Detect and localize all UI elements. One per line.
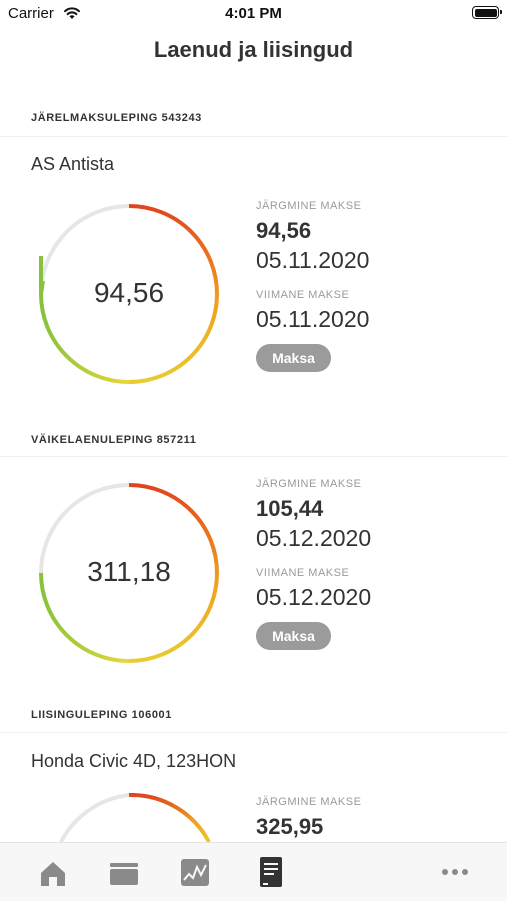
next-payment-amount: 94,56 xyxy=(256,218,312,243)
last-payment-date: 05.12.2020 xyxy=(256,584,372,610)
last-payment-label: VIIMANE MAKSE xyxy=(256,289,350,301)
tab-wallet[interactable] xyxy=(94,843,154,901)
next-payment-date: 05.12.2020 xyxy=(256,525,372,551)
contract-document-icon xyxy=(260,857,282,887)
gauge-value: 311,18 xyxy=(87,556,171,587)
next-payment-amount: 325,95 xyxy=(256,814,324,839)
contract-subtitle: AS Antista xyxy=(31,154,115,174)
wallet-icon xyxy=(110,863,138,885)
divider xyxy=(0,456,507,457)
pay-button[interactable]: Maksa xyxy=(256,344,331,372)
next-payment-date: 05.11.2020 xyxy=(256,247,370,273)
payment-gauge xyxy=(59,793,211,842)
contract-heading: VÄIKELAENULEPING 857211 xyxy=(31,434,197,446)
next-payment-label: JÄRGMINE MAKSE xyxy=(256,796,362,808)
tab-more[interactable] xyxy=(425,843,485,901)
pay-button[interactable]: Maksa xyxy=(256,622,331,650)
tab-bar xyxy=(0,842,507,901)
next-payment-amount: 105,44 xyxy=(256,496,324,521)
contract-subtitle: Honda Civic 4D, 123HON xyxy=(31,751,237,771)
battery-icon xyxy=(472,6,502,19)
contract-heading: JÄRELMAKSULEPING 543243 xyxy=(31,112,202,124)
status-bar: Carrier 4:01 PM xyxy=(0,0,507,28)
tab-home[interactable] xyxy=(23,843,83,901)
tab-investments[interactable] xyxy=(165,843,225,901)
home-icon xyxy=(41,862,65,886)
gauge-value: 94,56 xyxy=(93,277,165,308)
more-icon xyxy=(442,869,468,875)
next-payment-label: JÄRGMINE MAKSE xyxy=(256,478,362,490)
divider xyxy=(0,136,507,137)
tab-contracts[interactable] xyxy=(241,843,301,901)
last-payment-date: 05.11.2020 xyxy=(256,306,370,332)
chart-icon xyxy=(181,859,209,886)
page-title: Laenud ja liisingud xyxy=(153,37,354,62)
divider xyxy=(0,732,507,733)
next-payment-label: JÄRGMINE MAKSE xyxy=(256,200,362,212)
clock: 4:01 PM xyxy=(225,5,282,22)
last-payment-label: VIIMANE MAKSE xyxy=(256,567,350,579)
contract-heading: LIISINGULEPING 106001 xyxy=(31,709,172,721)
